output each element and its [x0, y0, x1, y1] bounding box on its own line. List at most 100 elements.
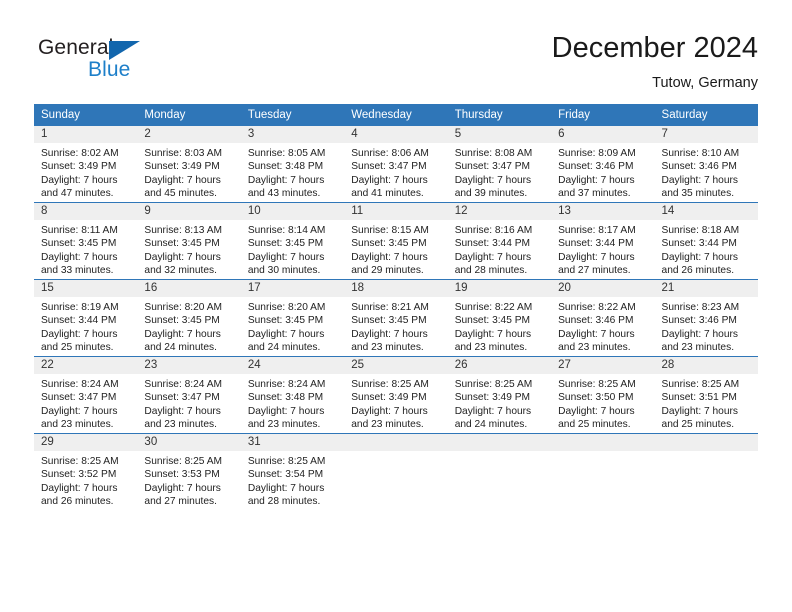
day-details: Sunrise: 8:20 AM Sunset: 3:45 PM Daylight:…	[241, 297, 344, 355]
sunrise-time: Sunrise: 8:19 AM	[41, 302, 119, 313]
calendar-grid: Sunday Monday Tuesday Wednesday Thursday…	[34, 104, 758, 510]
day-details: Sunrise: 8:25 AM Sunset: 3:53 PM Daylight:…	[137, 451, 240, 509]
daylight-duration-line1: Daylight: 7 hours	[247, 174, 325, 186]
calendar-day-cell[interactable]: 18 Sunrise: 8:21 AM Sunset: 3:45 PM Dayligh…	[344, 279, 448, 357]
day-details: Sunrise: 8:22 AM Sunset: 3:46 PM Daylight:…	[551, 297, 654, 355]
page-header: General Blue December 2024 Tutow, German…	[0, 0, 792, 100]
calendar-day-cell[interactable]: 15 Sunrise: 8:19 AM Sunset: 3:44 PM Dayligh…	[34, 279, 138, 357]
daylight-duration-line2: and 26 minutes.	[41, 496, 114, 508]
weekday-header-saturday: Saturday	[654, 104, 758, 126]
daylight-duration-line2: and 24 minutes.	[454, 419, 528, 431]
daylight-duration-line2: and 27 minutes.	[144, 496, 217, 508]
day-details	[344, 451, 447, 455]
daylight-duration-line1: Daylight: 7 hours	[247, 482, 325, 494]
daylight-duration-line1: Daylight: 7 hours	[41, 174, 118, 186]
daylight-duration-line1: Daylight: 7 hours	[351, 328, 428, 340]
calendar-empty-cell	[654, 433, 758, 510]
calendar-day-cell[interactable]: 11 Sunrise: 8:15 AM Sunset: 3:45 PM Dayligh…	[344, 202, 448, 280]
calendar-day-cell[interactable]: 22 Sunrise: 8:24 AM Sunset: 3:47 PM Dayligh…	[34, 356, 138, 434]
calendar-day-cell[interactable]: 27 Sunrise: 8:25 AM Sunset: 3:50 PM Dayligh…	[551, 356, 655, 434]
calendar-day-cell[interactable]: 21 Sunrise: 8:23 AM Sunset: 3:46 PM Dayligh…	[654, 279, 758, 357]
calendar-day-cell[interactable]: 25 Sunrise: 8:25 AM Sunset: 3:49 PM Dayligh…	[344, 356, 448, 434]
day-cell-inner: 27 Sunrise: 8:25 AM Sunset: 3:50 PM Dayligh…	[551, 357, 655, 433]
day-number: 16	[137, 280, 241, 297]
calendar-day-cell[interactable]: 17 Sunrise: 8:20 AM Sunset: 3:45 PM Dayligh…	[240, 279, 345, 357]
sunrise-time: Sunrise: 8:11 AM	[41, 225, 118, 236]
calendar-day-cell[interactable]: 10 Sunrise: 8:14 AM Sunset: 3:45 PM Dayligh…	[240, 202, 345, 280]
calendar-day-cell[interactable]: 30 Sunrise: 8:25 AM Sunset: 3:53 PM Dayligh…	[137, 433, 241, 510]
sunset-time: Sunset: 3:47 PM	[454, 161, 531, 173]
daylight-duration-line2: and 28 minutes.	[247, 496, 321, 508]
calendar-day-cell[interactable]: 3 Sunrise: 8:05 AM Sunset: 3:48 PM Daylight…	[240, 126, 345, 203]
calendar-day-cell[interactable]: 24 Sunrise: 8:24 AM Sunset: 3:48 PM Dayligh…	[240, 356, 345, 434]
sunrise-time: Sunrise: 8:03 AM	[144, 148, 223, 159]
calendar-week-row: 22 Sunrise: 8:24 AM Sunset: 3:47 PM Dayligh…	[34, 356, 758, 434]
day-number: 31	[240, 434, 345, 451]
brand-name-blue: Blue	[88, 58, 131, 81]
sunset-time: Sunset: 3:46 PM	[558, 161, 634, 173]
daylight-duration-line2: and 37 minutes.	[558, 188, 631, 200]
sunset-time: Sunset: 3:49 PM	[454, 392, 531, 404]
calendar-day-cell[interactable]: 8 Sunrise: 8:11 AM Sunset: 3:45 PM Daylight…	[34, 202, 138, 280]
calendar-day-cell[interactable]: 13 Sunrise: 8:17 AM Sunset: 3:44 PM Dayligh…	[551, 202, 655, 280]
day-cell-inner: 22 Sunrise: 8:24 AM Sunset: 3:47 PM Dayligh…	[34, 357, 138, 433]
calendar-day-cell[interactable]: 5 Sunrise: 8:08 AM Sunset: 3:47 PM Daylight…	[447, 126, 552, 203]
sunset-time: Sunset: 3:45 PM	[144, 315, 220, 327]
calendar-day-cell[interactable]: 12 Sunrise: 8:16 AM Sunset: 3:44 PM Dayligh…	[447, 202, 552, 280]
calendar-day-cell[interactable]: 1 Sunrise: 8:02 AM Sunset: 3:49 PM Daylight…	[34, 126, 138, 203]
daylight-duration-line2: and 24 minutes.	[144, 342, 217, 354]
calendar-day-cell[interactable]: 29 Sunrise: 8:25 AM Sunset: 3:52 PM Dayligh…	[34, 433, 138, 510]
calendar-day-cell[interactable]: 2 Sunrise: 8:03 AM Sunset: 3:49 PM Daylight…	[137, 126, 241, 203]
day-cell-inner: 9 Sunrise: 8:13 AM Sunset: 3:45 PM Daylight…	[137, 203, 241, 279]
calendar-day-cell[interactable]: 6 Sunrise: 8:09 AM Sunset: 3:46 PM Daylight…	[551, 126, 655, 203]
daylight-duration-line1: Daylight: 7 hours	[144, 328, 221, 340]
day-details: Sunrise: 8:14 AM Sunset: 3:45 PM Daylight:…	[241, 220, 344, 278]
calendar-day-cell[interactable]: 28 Sunrise: 8:25 AM Sunset: 3:51 PM Dayligh…	[654, 356, 758, 434]
day-details: Sunrise: 8:10 AM Sunset: 3:46 PM Daylight:…	[655, 143, 758, 201]
calendar-day-cell[interactable]: 19 Sunrise: 8:22 AM Sunset: 3:45 PM Dayligh…	[447, 279, 552, 357]
day-cell-inner: 24 Sunrise: 8:24 AM Sunset: 3:48 PM Dayligh…	[240, 357, 345, 433]
day-details: Sunrise: 8:08 AM Sunset: 3:47 PM Daylight:…	[448, 143, 551, 201]
daylight-duration-line1: Daylight: 7 hours	[144, 174, 221, 186]
day-number: 23	[137, 357, 241, 374]
calendar-day-cell[interactable]: 4 Sunrise: 8:06 AM Sunset: 3:47 PM Daylight…	[344, 126, 448, 203]
weekday-header-friday: Friday	[551, 104, 655, 126]
calendar-day-cell[interactable]: 9 Sunrise: 8:13 AM Sunset: 3:45 PM Daylight…	[137, 202, 241, 280]
day-cell-inner: 11 Sunrise: 8:15 AM Sunset: 3:45 PM Dayligh…	[344, 203, 448, 279]
day-number: 13	[551, 203, 655, 220]
sunrise-time: Sunrise: 8:25 AM	[41, 456, 119, 467]
sunset-time: Sunset: 3:45 PM	[144, 238, 220, 250]
brand-logo[interactable]: General Blue	[38, 36, 168, 84]
calendar-day-cell[interactable]: 31 Sunrise: 8:25 AM Sunset: 3:54 PM Dayligh…	[240, 433, 345, 510]
day-number: 7	[654, 126, 758, 143]
sunrise-time: Sunrise: 8:08 AM	[454, 148, 533, 159]
day-details: Sunrise: 8:21 AM Sunset: 3:45 PM Daylight:…	[344, 297, 447, 355]
calendar-week-row: 29 Sunrise: 8:25 AM Sunset: 3:52 PM Dayligh…	[34, 433, 758, 510]
sunrise-time: Sunrise: 8:17 AM	[558, 225, 636, 236]
day-number: 12	[447, 203, 552, 220]
day-details: Sunrise: 8:25 AM Sunset: 3:49 PM Daylight:…	[448, 374, 551, 432]
calendar-empty-cell	[551, 433, 655, 510]
calendar-day-cell[interactable]: 26 Sunrise: 8:25 AM Sunset: 3:49 PM Dayligh…	[447, 356, 552, 434]
day-number: 28	[654, 357, 758, 374]
daylight-duration-line1: Daylight: 7 hours	[247, 405, 325, 417]
calendar-day-cell[interactable]: 20 Sunrise: 8:22 AM Sunset: 3:46 PM Dayligh…	[551, 279, 655, 357]
sunrise-time: Sunrise: 8:24 AM	[144, 379, 223, 390]
sunrise-time: Sunrise: 8:10 AM	[661, 148, 740, 159]
day-number	[654, 434, 758, 451]
calendar-page: General Blue December 2024 Tutow, German…	[0, 0, 792, 612]
daylight-duration-line1: Daylight: 7 hours	[558, 405, 635, 417]
day-details: Sunrise: 8:25 AM Sunset: 3:54 PM Daylight:…	[241, 451, 344, 509]
sunrise-time: Sunrise: 8:25 AM	[247, 456, 326, 467]
calendar-day-cell[interactable]: 23 Sunrise: 8:24 AM Sunset: 3:47 PM Dayligh…	[137, 356, 241, 434]
calendar-day-cell[interactable]: 16 Sunrise: 8:20 AM Sunset: 3:45 PM Dayligh…	[137, 279, 241, 357]
day-number: 8	[34, 203, 138, 220]
daylight-duration-line1: Daylight: 7 hours	[144, 405, 221, 417]
daylight-duration-line1: Daylight: 7 hours	[351, 174, 428, 186]
day-number: 14	[654, 203, 758, 220]
calendar-day-cell[interactable]: 14 Sunrise: 8:18 AM Sunset: 3:44 PM Dayligh…	[654, 202, 758, 280]
sunset-time: Sunset: 3:53 PM	[144, 469, 220, 481]
day-number: 9	[137, 203, 241, 220]
calendar-day-cell[interactable]: 7 Sunrise: 8:10 AM Sunset: 3:46 PM Daylight…	[654, 126, 758, 203]
daylight-duration-line1: Daylight: 7 hours	[144, 251, 221, 263]
